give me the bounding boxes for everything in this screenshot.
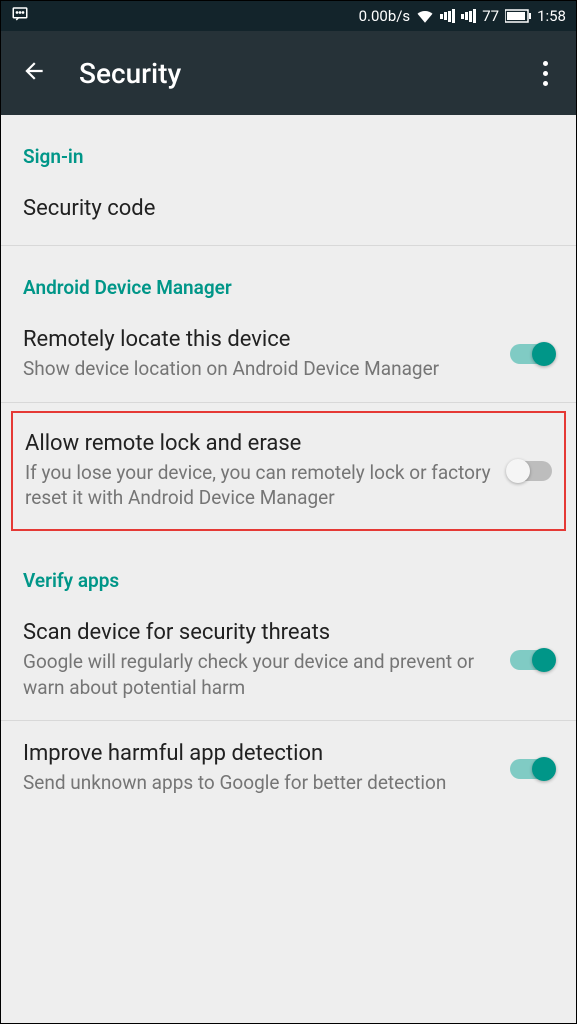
page-title: Security bbox=[79, 57, 503, 90]
app-bar: Security bbox=[1, 31, 576, 115]
toggle-scan-threats[interactable] bbox=[510, 650, 554, 670]
settings-list: Sign-in Security code Android Device Man… bbox=[1, 115, 576, 816]
section-header-signin: Sign-in bbox=[1, 115, 576, 176]
setting-scan-threats[interactable]: Scan device for security threats Google … bbox=[1, 600, 576, 721]
data-rate: 0.00b/s bbox=[359, 7, 411, 25]
setting-remote-locate[interactable]: Remotely locate this device Show device … bbox=[1, 307, 576, 403]
setting-remote-lock-erase[interactable]: Allow remote lock and erase If you lose … bbox=[13, 413, 564, 529]
section-header-verify: Verify apps bbox=[1, 539, 576, 600]
setting-title: Allow remote lock and erase bbox=[25, 431, 492, 456]
setting-title: Scan device for security threats bbox=[23, 620, 494, 645]
battery-icon bbox=[505, 9, 531, 23]
battery-percent: 77 bbox=[482, 7, 499, 25]
toggle-remote-lock-erase[interactable] bbox=[508, 461, 552, 481]
status-bar: 0.00b/s 77 1:58 bbox=[1, 1, 576, 31]
setting-description: Show device location on Android Device M… bbox=[23, 356, 494, 382]
setting-improve-detection[interactable]: Improve harmful app detection Send unkno… bbox=[1, 721, 576, 816]
setting-description: Google will regularly check your device … bbox=[23, 649, 494, 700]
setting-title: Improve harmful app detection bbox=[23, 741, 494, 766]
setting-security-code[interactable]: Security code bbox=[1, 176, 576, 246]
message-icon bbox=[11, 5, 29, 27]
setting-title: Security code bbox=[23, 196, 554, 221]
highlighted-setting: Allow remote lock and erase If you lose … bbox=[11, 411, 566, 531]
section-header-adm: Android Device Manager bbox=[1, 246, 576, 307]
setting-title: Remotely locate this device bbox=[23, 327, 494, 352]
more-options-button[interactable] bbox=[535, 53, 556, 94]
setting-description: If you lose your device, you can remotel… bbox=[25, 460, 492, 511]
wifi-icon bbox=[416, 9, 434, 23]
back-button[interactable] bbox=[21, 58, 47, 88]
signal-icon-1 bbox=[440, 9, 455, 23]
toggle-improve-detection[interactable] bbox=[510, 759, 554, 779]
setting-description: Send unknown apps to Google for better d… bbox=[23, 770, 494, 796]
clock: 1:58 bbox=[537, 7, 566, 25]
signal-icon-2 bbox=[461, 9, 476, 23]
toggle-remote-locate[interactable] bbox=[510, 344, 554, 364]
